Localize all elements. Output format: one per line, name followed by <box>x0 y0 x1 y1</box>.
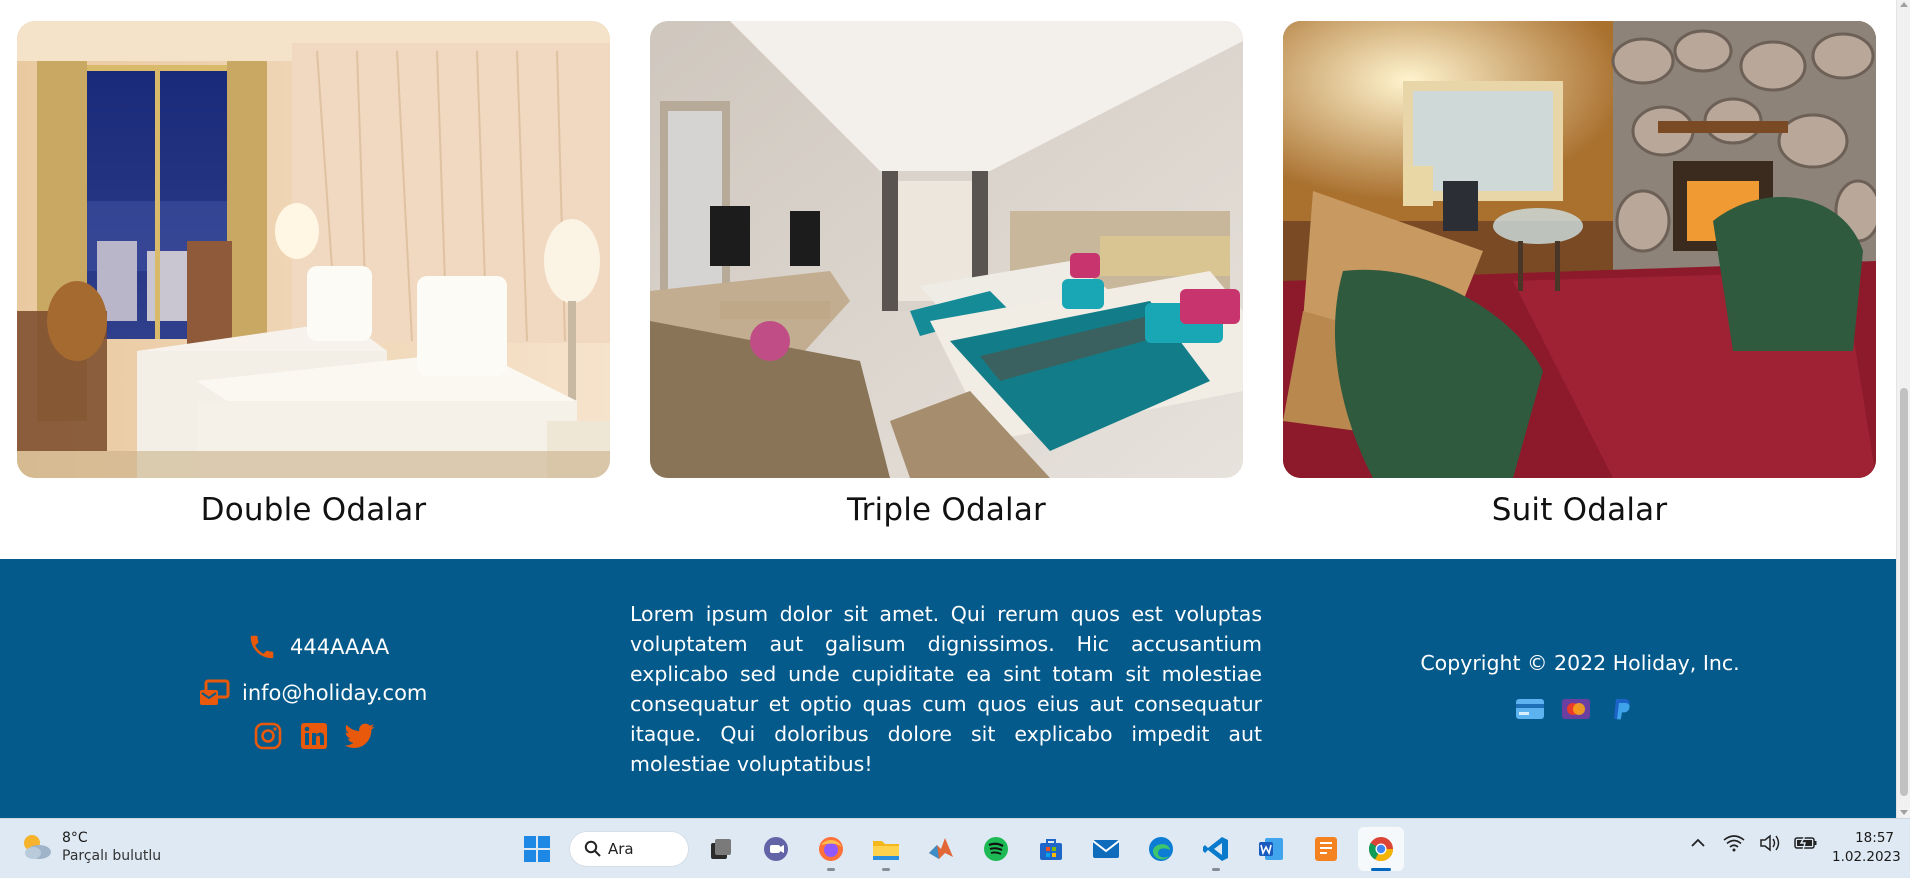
teams-icon <box>764 837 788 861</box>
room-photo-triple[interactable] <box>650 21 1243 478</box>
footer: 444AAAA info@holiday.com Lorem ipsum dol… <box>0 559 1896 818</box>
mail-button[interactable] <box>1083 827 1129 871</box>
room-card-double[interactable]: Double Odalar <box>17 21 610 528</box>
social-links <box>252 720 456 752</box>
room-card-suite[interactable]: Suit Odalar <box>1283 21 1876 528</box>
chrome-icon <box>1368 837 1393 862</box>
task-view-icon <box>711 839 731 859</box>
weather-condition: Parçalı bulutlu <box>62 848 162 864</box>
mail-bulk-icon <box>196 677 232 709</box>
spotify-button[interactable] <box>973 827 1019 871</box>
contact-block: 444AAAA info@holiday.com <box>196 624 456 752</box>
scrollbar-thumb[interactable] <box>1900 388 1908 796</box>
edge-button[interactable] <box>1138 827 1184 871</box>
scroll-down-arrow-icon[interactable] <box>1900 810 1908 815</box>
instagram-icon[interactable] <box>252 720 284 752</box>
running-indicator <box>827 868 835 871</box>
file-explorer-button[interactable] <box>863 827 909 871</box>
firefox-button[interactable] <box>808 827 854 871</box>
phone-number[interactable]: 444AAAA <box>290 635 389 659</box>
email-address[interactable]: info@holiday.com <box>242 681 427 705</box>
rooms-section: Double Odalar Triple Odalar Suit Odalar <box>0 0 1896 559</box>
taskbar: 8°C Parçalı bulutlu Ara 18:57 1.02.2023 <box>0 818 1910 878</box>
page-scrollbar[interactable] <box>1896 0 1910 818</box>
credit-card-icon <box>1516 697 1544 721</box>
matlab-icon <box>929 838 953 859</box>
footer-description: Lorem ipsum dolor sit amet. Qui rerum qu… <box>630 602 1262 776</box>
taskbar-search[interactable]: Ara <box>569 831 689 867</box>
room-label[interactable]: Triple Odalar <box>650 492 1243 528</box>
scroll-up-arrow-icon[interactable] <box>1900 2 1908 7</box>
payment-methods <box>1516 697 1636 721</box>
email-row[interactable]: info@holiday.com <box>196 670 456 716</box>
matlab-button[interactable] <box>918 827 964 871</box>
phone-icon <box>244 631 280 663</box>
weather-temp: 8°C <box>62 830 88 846</box>
firefox-icon <box>819 837 843 861</box>
copyright-text: Copyright © 2022 Holiday, Inc. <box>1420 651 1740 675</box>
running-indicator <box>1212 868 1220 871</box>
twitter-icon[interactable] <box>344 720 376 752</box>
spotify-icon <box>984 837 1008 861</box>
volume-icon[interactable] <box>1758 831 1782 855</box>
store-button[interactable] <box>1028 827 1074 871</box>
partly-cloudy-icon <box>24 835 51 859</box>
edge-icon <box>1149 837 1173 861</box>
active-indicator <box>1371 868 1391 871</box>
battery-icon[interactable] <box>1794 831 1818 855</box>
linkedin-icon[interactable] <box>298 720 330 752</box>
room-label[interactable]: Double Odalar <box>17 492 610 528</box>
room-photo-double[interactable] <box>17 21 610 478</box>
search-icon <box>584 840 601 857</box>
clock-time: 18:57 <box>1855 830 1894 846</box>
room-label[interactable]: Suit Odalar <box>1283 492 1876 528</box>
task-view-button[interactable] <box>698 827 744 871</box>
chrome-button[interactable] <box>1358 827 1404 871</box>
room-photo-suite[interactable] <box>1283 21 1876 478</box>
system-tray <box>1686 831 1818 855</box>
pdf-editor-button[interactable] <box>1303 827 1349 871</box>
vscode-icon <box>1203 837 1228 861</box>
mastercard-icon <box>1562 697 1590 721</box>
word-button[interactable] <box>1248 827 1294 871</box>
chevron-up-icon[interactable] <box>1686 831 1710 855</box>
mail-icon <box>1092 840 1120 858</box>
pdf-editor-icon <box>1315 837 1337 861</box>
running-indicator <box>882 868 890 871</box>
word-icon <box>1259 838 1283 860</box>
page: Double Odalar Triple Odalar Suit Odalar … <box>0 0 1910 878</box>
store-icon <box>1040 839 1062 860</box>
search-label: Ara <box>608 840 634 858</box>
clock-date: 1.02.2023 <box>1832 849 1901 865</box>
file-explorer-icon <box>873 841 899 860</box>
teams-button[interactable] <box>753 827 799 871</box>
wifi-icon[interactable] <box>1722 831 1746 855</box>
room-card-triple[interactable]: Triple Odalar <box>650 21 1243 528</box>
start-icon <box>524 836 550 862</box>
start-button[interactable] <box>514 827 560 871</box>
taskbar-apps: Ara <box>514 827 1404 871</box>
taskbar-clock[interactable]: 18:57 1.02.2023 <box>1832 829 1901 867</box>
paypal-icon <box>1608 697 1636 721</box>
phone-row[interactable]: 444AAAA <box>244 624 456 670</box>
weather-widget[interactable]: 8°C Parçalı bulutlu <box>18 829 161 865</box>
vscode-button[interactable] <box>1193 827 1239 871</box>
